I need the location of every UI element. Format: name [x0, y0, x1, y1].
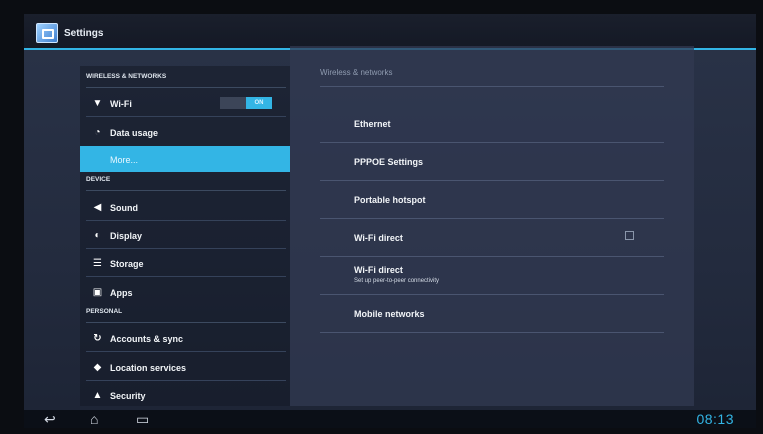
back-icon[interactable]: ↩	[44, 411, 56, 427]
sidebar-item-security[interactable]: ▲ Security	[80, 382, 290, 408]
wifi-icon: ▼	[92, 98, 103, 109]
sidebar-item-label: Display	[110, 231, 143, 241]
sidebar-item-display[interactable]: ◐ Display	[80, 222, 290, 248]
sidebar-item-label: Accounts & sync	[110, 334, 184, 344]
toggle-knob: ON	[246, 97, 272, 109]
storage-icon: ☰	[93, 258, 102, 269]
apps-icon: ▣	[92, 287, 103, 298]
section-header-device: DEVICE	[86, 176, 286, 191]
divider	[86, 220, 286, 221]
row-title: Mobile networks	[354, 309, 425, 319]
sidebar-item-wifi[interactable]: ▼ Wi-Fi ON	[80, 90, 290, 116]
section-header-personal: PERSONAL	[86, 308, 286, 323]
sidebar-item-label: Security	[110, 391, 146, 401]
sidebar-item-storage[interactable]: ☰ Storage	[80, 250, 290, 276]
row-title: Wi-Fi direct	[354, 265, 403, 275]
system-navigation-bar: ↩ ⌂ ▭ 08:13	[24, 410, 756, 428]
row-ethernet[interactable]: Ethernet	[320, 105, 664, 143]
section-header-wireless: WIRELESS & NETWORKS	[86, 73, 286, 88]
sidebar-item-location[interactable]: ◆ Location services	[80, 354, 290, 380]
row-title: PPPOE Settings	[354, 157, 424, 167]
wifi-direct-checkbox[interactable]	[625, 231, 634, 240]
sidebar-item-label: Apps	[110, 288, 133, 298]
sidebar-item-label: Data usage	[110, 128, 159, 138]
sidebar-item-accounts[interactable]: ↻ Accounts & sync	[80, 325, 290, 351]
clock: 08:13	[696, 411, 734, 427]
row-subtitle: Set up peer-to-peer connectivity	[354, 278, 440, 284]
row-portable-hotspot[interactable]: Portable hotspot	[320, 181, 664, 219]
row-title: Wi-Fi direct	[354, 233, 403, 243]
row-wifi-direct-toggle[interactable]: Wi-Fi direct	[320, 219, 664, 257]
display-icon: ◐	[94, 230, 101, 241]
divider	[86, 380, 286, 381]
sidebar-item-more[interactable]: More...	[80, 146, 290, 172]
action-bar: Settings	[24, 14, 756, 50]
wifi-toggle[interactable]: ON	[220, 97, 272, 109]
divider	[320, 86, 664, 87]
divider	[86, 276, 286, 277]
device-screen: Settings WIRELESS & NETWORKS ▼ Wi-Fi ON …	[24, 14, 756, 428]
pane-header: Wireless & networks	[320, 68, 393, 77]
settings-sidebar: WIRELESS & NETWORKS ▼ Wi-Fi ON ◔ Data us…	[80, 66, 290, 406]
sidebar-item-label: Storage	[110, 259, 144, 269]
sync-icon: ↻	[93, 333, 102, 344]
row-wifi-direct-settings[interactable]: Wi-Fi direct Set up peer-to-peer connect…	[320, 257, 664, 295]
row-title: Portable hotspot	[354, 195, 426, 205]
lock-icon: ▲	[92, 390, 103, 401]
divider	[86, 351, 286, 352]
recents-icon[interactable]: ▭	[136, 411, 149, 427]
row-mobile-networks[interactable]: Mobile networks	[320, 295, 664, 333]
sidebar-item-apps[interactable]: ▣ Apps	[80, 279, 290, 305]
sidebar-item-label: Wi-Fi	[110, 99, 132, 109]
row-title: Ethernet	[354, 119, 391, 129]
sidebar-item-sound[interactable]: ◀ Sound	[80, 194, 290, 220]
sidebar-item-label: Sound	[110, 203, 138, 213]
location-icon: ◆	[93, 362, 102, 373]
sidebar-item-label: More...	[110, 155, 139, 165]
divider	[86, 116, 286, 117]
window-title: Settings	[64, 28, 104, 39]
settings-detail-pane: Wireless & networks Ethernet PPPOE Setti…	[290, 46, 694, 406]
home-icon[interactable]: ⌂	[90, 411, 98, 427]
divider	[86, 248, 286, 249]
data-usage-icon: ◔	[94, 127, 101, 138]
sound-icon: ◀	[93, 202, 102, 213]
row-pppoe[interactable]: PPPOE Settings	[320, 143, 664, 181]
sidebar-item-label: Location services	[110, 363, 187, 373]
settings-app-icon[interactable]	[36, 23, 58, 43]
sidebar-item-data-usage[interactable]: ◔ Data usage	[80, 119, 290, 145]
